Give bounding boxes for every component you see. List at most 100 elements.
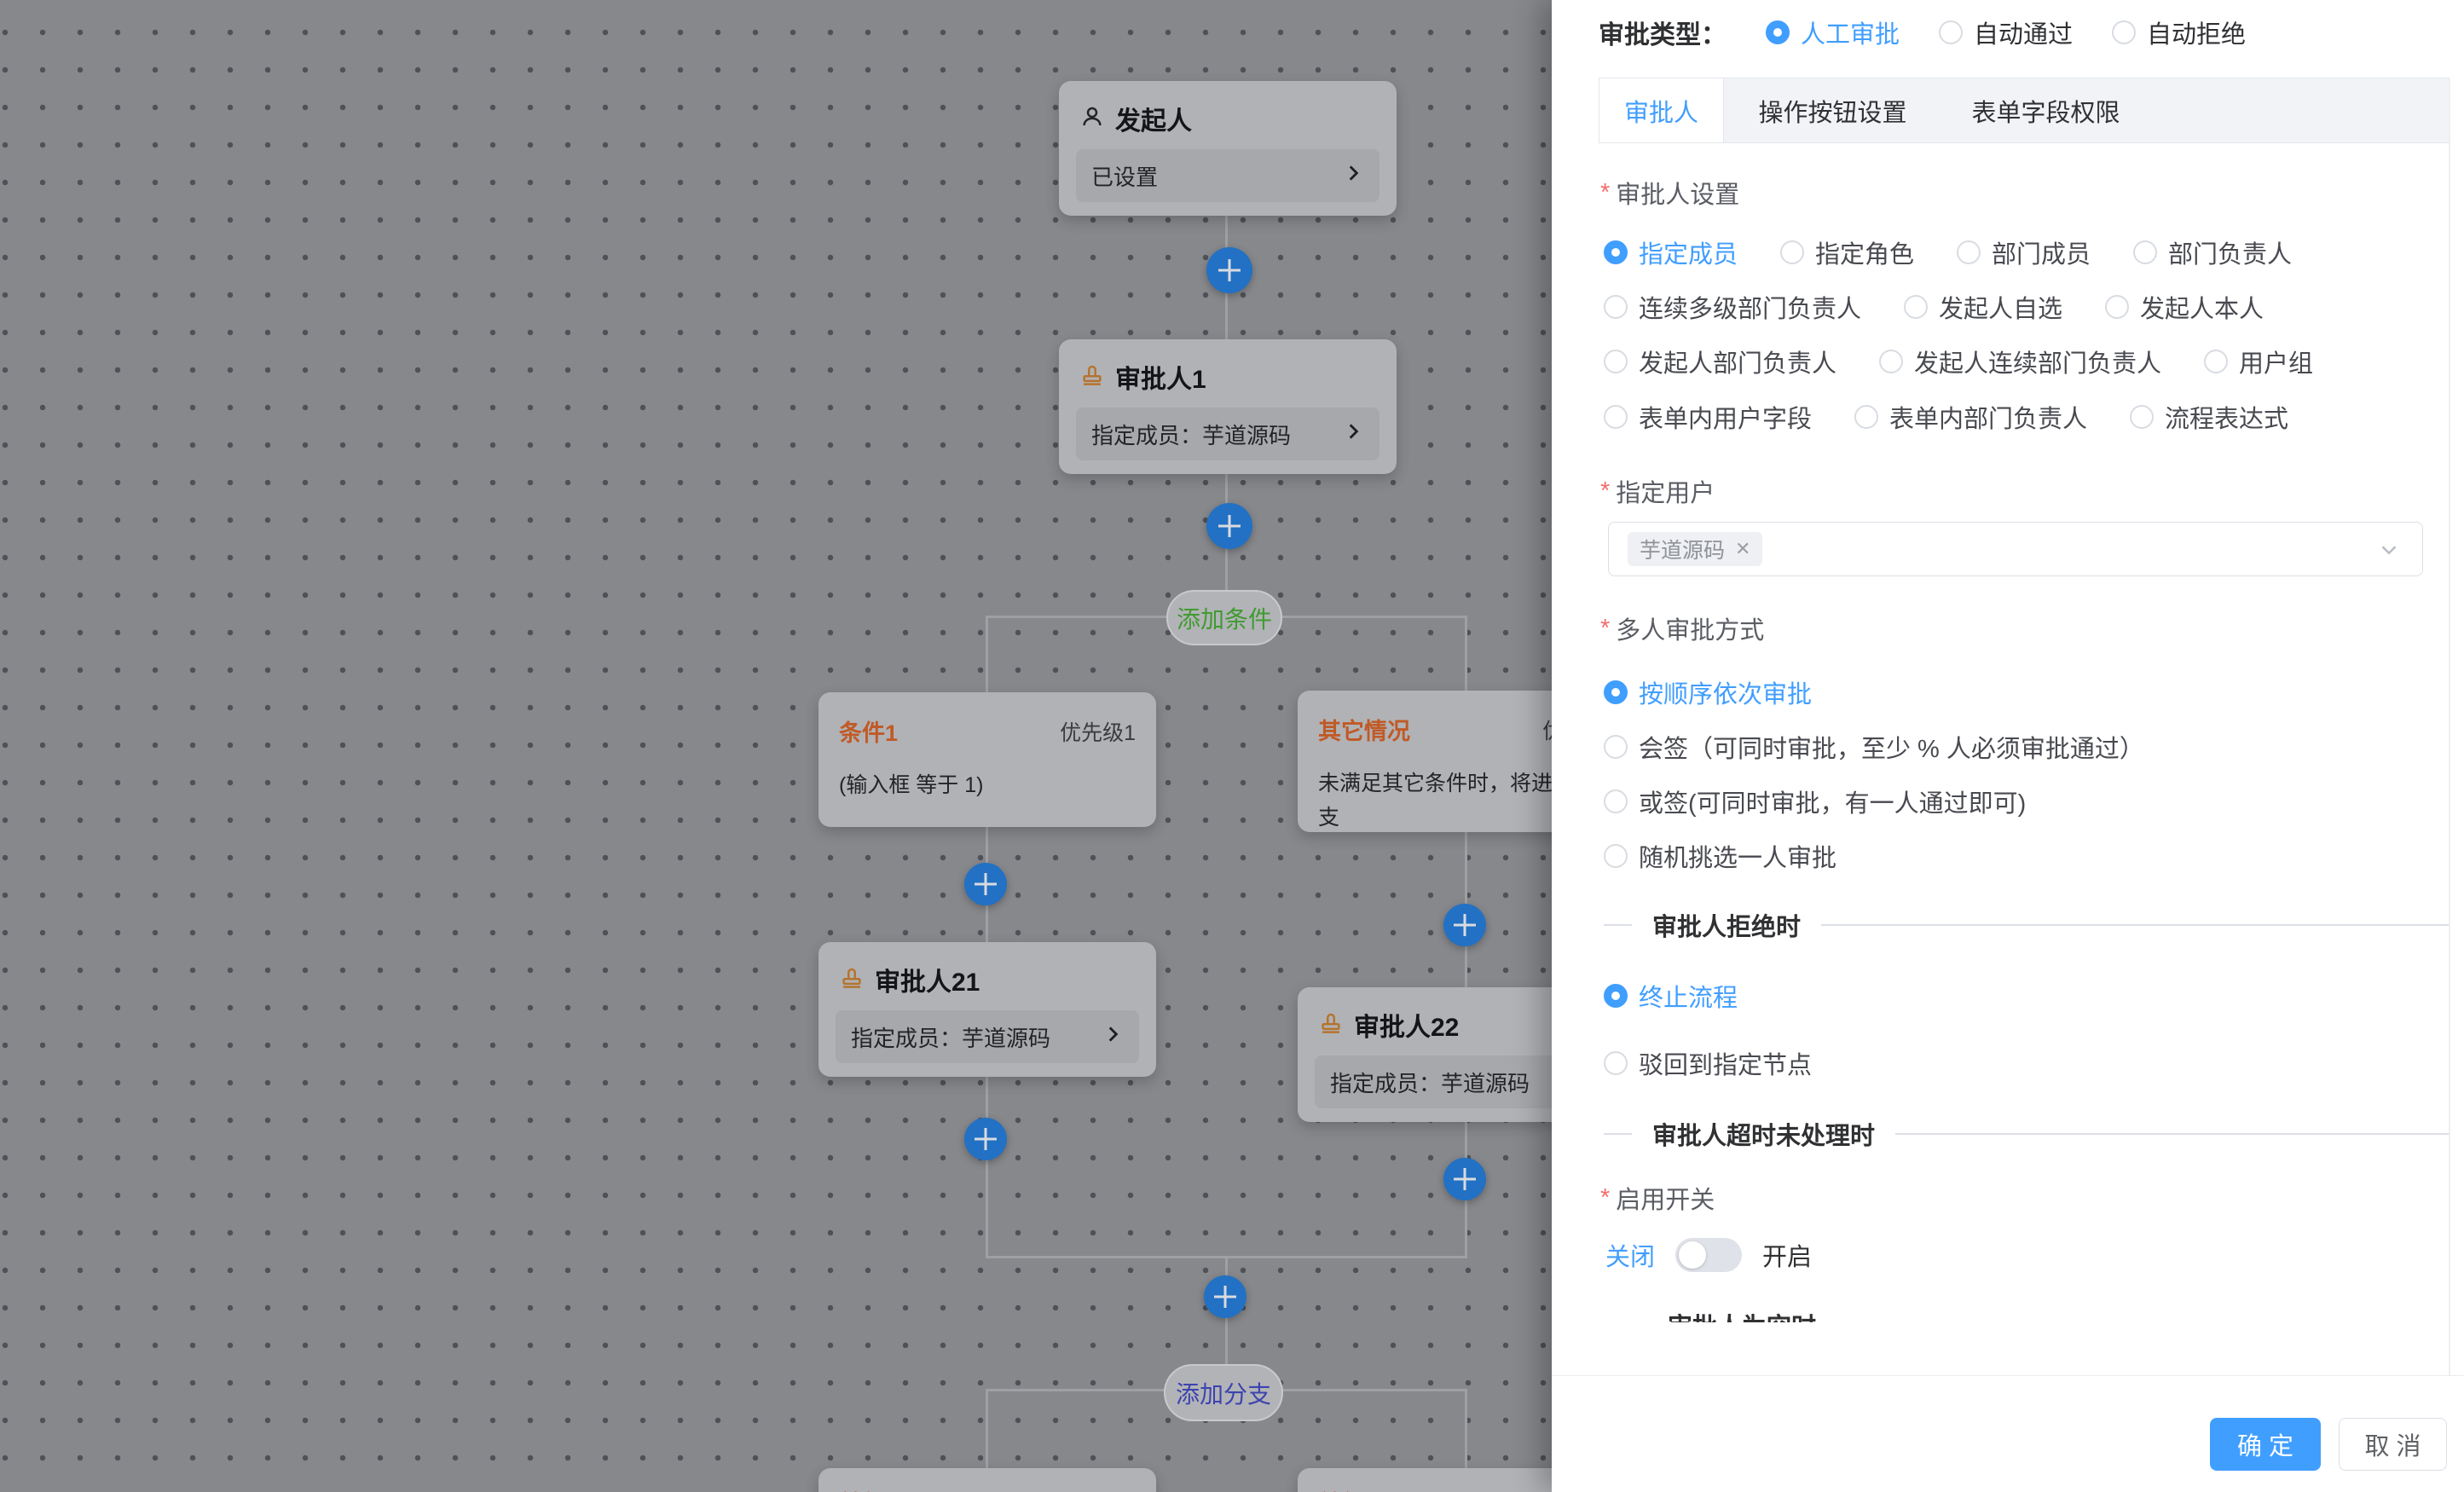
radio-icon <box>2112 20 2136 44</box>
radio-icon <box>1854 405 1878 429</box>
required-asterisk: * <box>1600 1184 1610 1212</box>
condition-priority: 优先级1 <box>1060 716 1136 747</box>
tab-label: 操作按钮设置 <box>1758 93 1906 129</box>
radio-starter-multi-dept-leader[interactable]: 发起人连续部门负责人 <box>1879 344 2161 379</box>
radio-return-to-node[interactable]: 驳回到指定节点 <box>1604 1045 1812 1081</box>
condition-title: 其它情况 <box>1318 713 1410 746</box>
parallel2-node[interactable]: 并行2 无优先级 <box>1298 1468 1552 1492</box>
divider-line <box>1895 1133 2449 1135</box>
footer-divider <box>1552 1375 2464 1376</box>
reject-section-divider: 审批人拒绝时 <box>1604 910 2449 940</box>
radio-designated-role[interactable]: 指定角色 <box>1780 234 1914 270</box>
node-config-row[interactable]: 指定成员：芋道源码 <box>836 1010 1139 1063</box>
radio-orsign[interactable]: 或签(可同时审批，有一人通过即可) <box>1604 784 2026 819</box>
radio-icon <box>1957 240 1981 264</box>
approval-type-row: 审批类型： 人工审批 自动通过 自动拒绝 <box>1599 9 2246 56</box>
node-config-text: 已设置 <box>1091 160 1158 192</box>
node-config-text: 指定成员：芋道源码 <box>851 1021 1050 1053</box>
radio-process-expression[interactable]: 流程表达式 <box>2130 399 2288 435</box>
add-branch-button[interactable]: 添加分支 <box>1164 1364 1283 1421</box>
condition-priority: 无优先级 <box>1050 1487 1136 1492</box>
start-node[interactable]: 发起人 已设置 <box>1059 81 1397 216</box>
tab-approver[interactable]: 审批人 <box>1599 78 1724 142</box>
assigned-user-select[interactable]: 芋道源码 ✕ <box>1608 522 2423 576</box>
node-config-row[interactable]: 指定成员：芋道源码 <box>1076 408 1379 460</box>
add-node-button[interactable] <box>1443 1158 1486 1200</box>
tab-form-permissions[interactable]: 表单字段权限 <box>1941 78 2150 142</box>
add-node-button[interactable] <box>1206 247 1252 293</box>
add-node-button[interactable] <box>964 1118 1007 1160</box>
add-node-button[interactable] <box>1206 503 1252 549</box>
chevron-right-icon <box>1342 420 1364 448</box>
radio-multi-level-dept-leader[interactable]: 连续多级部门负责人 <box>1604 289 1861 325</box>
approver-setting-row1: 指定成员 指定角色 部门成员 部门负责人 <box>1604 234 2292 270</box>
radio-random-one[interactable]: 随机挑选一人审批 <box>1604 838 1836 874</box>
radio-icon <box>1904 295 1928 319</box>
radio-auto-reject[interactable]: 自动拒绝 <box>2112 14 2246 50</box>
user-tag-label: 芋道源码 <box>1640 534 1725 564</box>
connector-line <box>986 1077 988 1257</box>
assigned-user-label: * 指定用户 <box>1600 473 1715 509</box>
radio-form-user-field[interactable]: 表单内用户字段 <box>1604 399 1812 435</box>
connector-line <box>1465 1391 1467 1468</box>
node-config-row[interactable]: 指定成员：芋道源码 <box>1315 1055 1552 1108</box>
approver-setting-row2: 连续多级部门负责人 发起人自选 发起人本人 <box>1604 289 2264 325</box>
enable-toggle[interactable] <box>1675 1238 1742 1272</box>
radio-auto-approve[interactable]: 自动通过 <box>1939 14 2073 50</box>
add-branch-label: 添加分支 <box>1176 1376 1271 1410</box>
connector-line <box>986 1391 988 1468</box>
approver22-node[interactable]: 审批人22 指定成员：芋道源码 <box>1298 987 1552 1122</box>
node-config-text: 指定成员：芋道源码 <box>1330 1067 1530 1098</box>
radio-icon <box>1604 350 1628 373</box>
radio-icon <box>1604 240 1628 264</box>
stamp-icon <box>1079 362 1105 392</box>
approver1-node[interactable]: 审批人1 指定成员：芋道源码 <box>1059 339 1397 474</box>
node-config-row[interactable]: 已设置 <box>1076 149 1379 202</box>
cancel-button[interactable]: 取 消 <box>2339 1418 2447 1471</box>
condition-else-node[interactable]: 其它情况 优先级2 未满足其它条件时，将进入此分支 <box>1298 691 1552 832</box>
radio-starter-self-select[interactable]: 发起人自选 <box>1904 289 2062 325</box>
condition-title: 并行1 <box>839 1485 898 1492</box>
toggle-knob <box>1679 1241 1706 1269</box>
add-node-button[interactable] <box>1204 1275 1246 1318</box>
radio-label: 人工审批 <box>1801 14 1900 50</box>
condition-title: 条件1 <box>839 714 898 748</box>
parallel1-node[interactable]: 并行1 无优先级 <box>818 1468 1156 1492</box>
user-tag[interactable]: 芋道源码 ✕ <box>1628 532 1762 566</box>
timeout-section-divider: 审批人超时未处理时 <box>1604 1119 2449 1149</box>
condition-title: 并行2 <box>1318 1485 1377 1492</box>
radio-starter-self[interactable]: 发起人本人 <box>2105 289 2264 325</box>
chevron-down-icon <box>2376 537 2402 567</box>
radio-icon <box>1604 735 1628 759</box>
radio-designated-member[interactable]: 指定成员 <box>1604 234 1738 270</box>
tag-close-icon[interactable]: ✕ <box>1735 538 1750 560</box>
radio-dept-leader[interactable]: 部门负责人 <box>2133 234 2292 270</box>
add-condition-label: 添加条件 <box>1177 601 1272 635</box>
radio-terminate-process[interactable]: 终止流程 <box>1604 978 1738 1014</box>
radio-user-group[interactable]: 用户组 <box>2204 344 2313 379</box>
approver-settings-panel: 审批类型： 人工审批 自动通过 自动拒绝 审批人 操作按钮设置 <box>1552 0 2464 1492</box>
flow-canvas[interactable]: 发起人 已设置 审批人1 指定成员：芋道源码 <box>0 0 1552 1492</box>
connector-line <box>1465 616 1467 691</box>
radio-form-dept-leader[interactable]: 表单内部门负责人 <box>1854 399 2087 435</box>
add-node-button[interactable] <box>1443 904 1486 946</box>
scrollbar-track[interactable] <box>2449 78 2450 1375</box>
radio-sequential-approval[interactable]: 按顺序依次审批 <box>1604 674 1812 710</box>
radio-countersign[interactable]: 会签（可同时审批，至少 % 人必须审批通过） <box>1604 729 2144 765</box>
radio-icon <box>1939 20 1963 44</box>
add-condition-button[interactable]: 添加条件 <box>1166 590 1282 645</box>
radio-label: 自动拒绝 <box>2147 14 2246 50</box>
divider-line <box>1821 924 2449 926</box>
confirm-button[interactable]: 确 定 <box>2210 1418 2321 1471</box>
approver21-node[interactable]: 审批人21 指定成员：芋道源码 <box>818 942 1156 1077</box>
reject-section-title: 审批人拒绝时 <box>1652 907 1801 943</box>
connector-line <box>986 616 988 692</box>
condition1-node[interactable]: 条件1 优先级1 (输入框 等于 1) <box>818 692 1156 827</box>
add-node-button[interactable] <box>964 863 1007 905</box>
radio-starter-dept-leader[interactable]: 发起人部门负责人 <box>1604 344 1836 379</box>
radio-dept-member[interactable]: 部门成员 <box>1957 234 2091 270</box>
tab-action-buttons[interactable]: 操作按钮设置 <box>1724 78 1941 142</box>
chevron-right-icon <box>1102 1023 1124 1051</box>
radio-icon <box>1604 789 1628 813</box>
radio-manual-approval[interactable]: 人工审批 <box>1766 14 1900 50</box>
